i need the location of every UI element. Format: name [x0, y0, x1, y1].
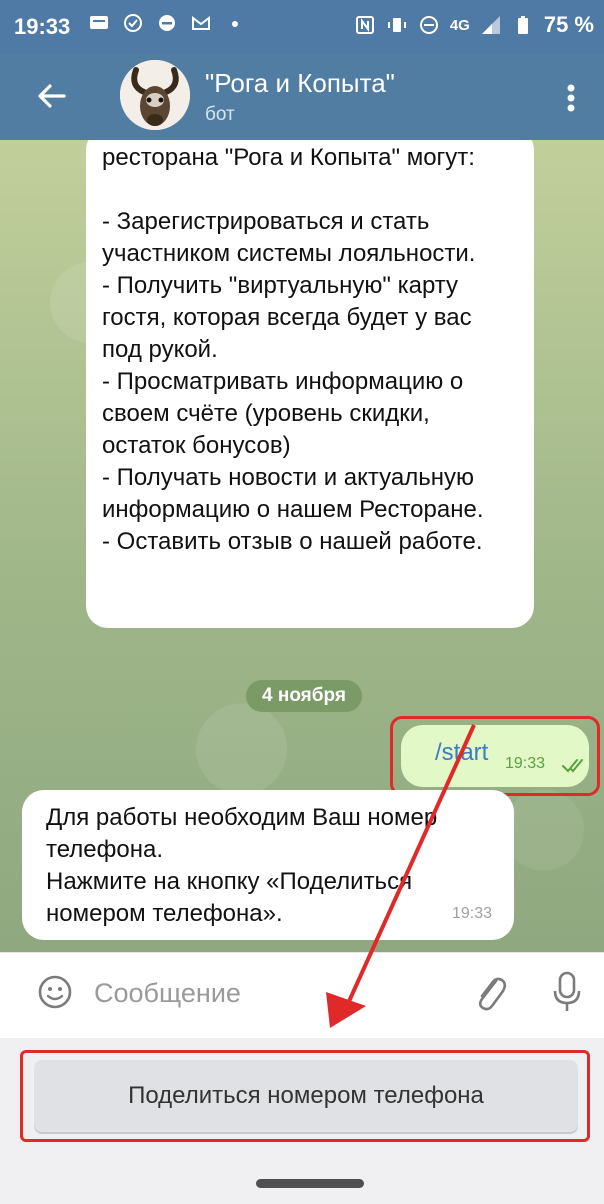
bot-avatar-image — [120, 60, 190, 130]
bot-message-bubble[interactable]: ресторана "Рога и Копыта" могут: - Зарег… — [86, 140, 534, 628]
chat-subtitle: бот — [205, 104, 235, 125]
chat-title[interactable]: "Рога и Копыта" — [205, 68, 395, 99]
menu-dots-icon[interactable] — [556, 76, 586, 120]
battery-icon — [517, 16, 528, 34]
back-arrow-icon[interactable] — [30, 74, 74, 118]
battery-level: 75 % — [543, 12, 594, 37]
bot-message-text: Для работы необходим Ваш номер телефона.… — [46, 804, 438, 927]
nfc-icon — [355, 16, 374, 34]
status-time: 19:33 — [14, 14, 71, 39]
dot-icon — [232, 21, 238, 27]
message-input[interactable] — [92, 969, 456, 1017]
chat-header: "Рога и Копыта" бот — [0, 54, 604, 140]
microphone-icon[interactable] — [550, 967, 584, 1017]
system-icons: 4G 75 % — [354, 12, 594, 38]
paperclip-icon[interactable] — [470, 969, 510, 1015]
check-circle-icon — [124, 14, 142, 32]
minus-circle-icon — [419, 16, 438, 34]
message-input-bar — [0, 952, 604, 1039]
highlight-box: /start 19:33 — [390, 716, 600, 796]
user-message-text[interactable]: /start — [435, 739, 488, 767]
dnd-icon — [159, 15, 175, 31]
bot-message-text: ресторана "Рога и Копыта" могут: - Зарег… — [102, 144, 484, 555]
telegram-chat-screen: 19:33 4G 75 % "Рога и Копыта" бот рестор… — [0, 0, 604, 1204]
bot-message-bubble[interactable]: Для работы необходим Ваш номер телефона.… — [22, 790, 514, 940]
home-indicator[interactable] — [256, 1179, 364, 1188]
double-check-icon — [562, 759, 583, 773]
vibrate-icon — [387, 18, 406, 32]
notification-icons — [88, 12, 246, 34]
avatar[interactable] — [120, 60, 190, 130]
chat-area[interactable]: ресторана "Рога и Копыта" могут: - Зарег… — [0, 140, 604, 952]
date-separator: 4 ноября — [246, 680, 362, 712]
bot-keyboard: Поделиться номером телефона — [0, 1038, 604, 1204]
bot-message-time: 19:33 — [451, 905, 492, 922]
signal-icon — [481, 16, 500, 34]
emoji-icon[interactable] — [34, 971, 76, 1013]
user-message-bubble[interactable]: /start 19:33 — [401, 725, 589, 787]
gmail-icon — [192, 16, 210, 30]
network-type: 4G — [449, 16, 470, 34]
highlight-box — [20, 1050, 590, 1142]
user-message-time: 19:33 — [505, 755, 546, 772]
status-bar: 19:33 4G 75 % — [0, 0, 604, 54]
message-notification-icon — [90, 16, 108, 29]
